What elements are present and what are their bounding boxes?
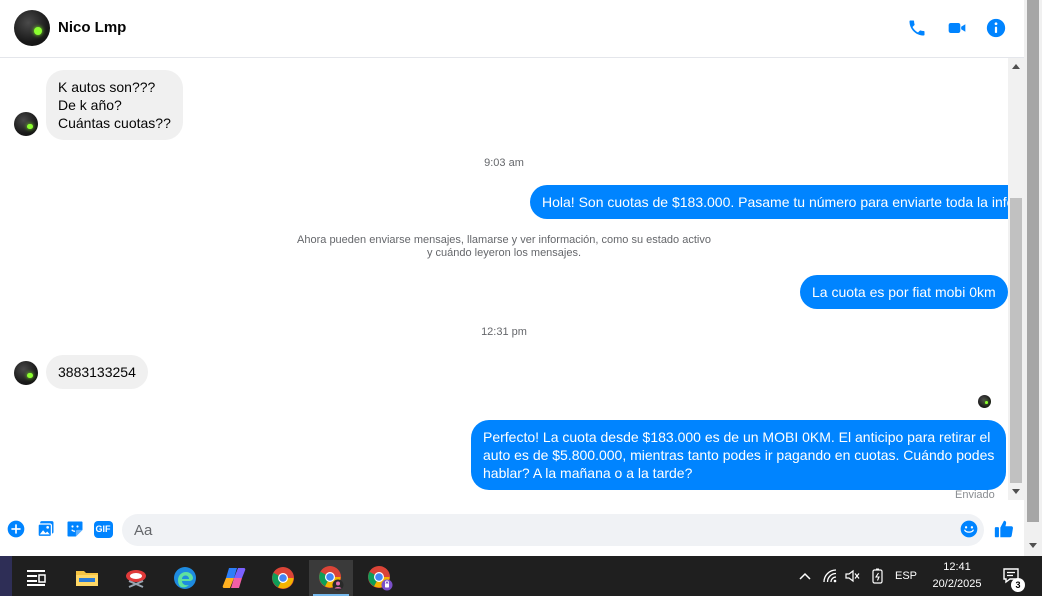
sticker-icon xyxy=(67,521,83,537)
like-button[interactable] xyxy=(993,518,1015,540)
attach-photo-button[interactable] xyxy=(35,518,57,540)
gif-button[interactable]: GIF xyxy=(92,518,114,540)
message-line: De k año? xyxy=(58,97,122,113)
notice-line: y cuándo leyeron los mensajes. xyxy=(426,247,582,259)
clock-date: 20/2/2025 xyxy=(932,578,982,590)
widgets-icon xyxy=(27,570,46,586)
file-explorer-taskbar-button[interactable] xyxy=(65,560,109,596)
read-receipt-avatar xyxy=(978,395,991,408)
more-actions-button[interactable] xyxy=(5,518,27,540)
battery-charging-icon xyxy=(872,568,883,584)
chrome-taskbar-button[interactable] xyxy=(261,560,305,596)
contact-name[interactable]: Nico Lmp xyxy=(58,19,126,36)
messenger-window: Nico Lmp K autos son??? De k año? Cuánta… xyxy=(0,0,1042,596)
widgets-taskbar-button[interactable] xyxy=(14,560,58,596)
clock-time: 12:41 xyxy=(943,561,971,573)
incoming-message[interactable]: K autos son??? De k año? Cuántas cuotas?… xyxy=(46,70,183,140)
phone-call-button[interactable] xyxy=(905,16,929,40)
message-line: hablar? A la mañana o a la tarde? xyxy=(483,465,693,481)
outgoing-message[interactable]: Perfecto! La cuota desde $183.000 es de … xyxy=(471,420,1007,490)
contact-avatar[interactable] xyxy=(14,10,50,46)
contact-avatar-small[interactable] xyxy=(14,112,38,136)
message-line: auto es de $5.800.000, mientras tanto po… xyxy=(483,447,995,463)
desktop-edge xyxy=(0,556,12,596)
info-icon xyxy=(986,18,1006,38)
message-status: Enviado xyxy=(955,489,995,501)
chrome-profile-icon xyxy=(368,566,393,591)
chrome-profile-taskbar-button-active[interactable] xyxy=(309,560,353,596)
chrome-profile2-taskbar-button[interactable] xyxy=(358,560,402,596)
copilot-icon xyxy=(222,568,246,588)
video-camera-icon xyxy=(948,23,966,33)
thumbs-up-icon xyxy=(994,520,1014,538)
window-scroll-down-arrow-icon[interactable] xyxy=(1029,543,1037,548)
message-line: K autos son??? xyxy=(58,79,156,95)
snipping-tool-taskbar-button[interactable] xyxy=(114,560,158,596)
chrome-icon xyxy=(272,567,294,589)
plus-circle-icon xyxy=(7,520,25,538)
window-scrollbar[interactable] xyxy=(1024,0,1042,556)
conversation-info-button[interactable] xyxy=(984,16,1008,40)
gif-icon: GIF xyxy=(93,520,113,538)
message-line: Perfecto! La cuota desde $183.000 es de … xyxy=(483,429,991,445)
message-line: Cuántas cuotas?? xyxy=(58,115,171,131)
message-timestamp: 9:03 am xyxy=(484,157,524,169)
volume-tray-button[interactable] xyxy=(842,556,864,596)
emoji-button[interactable] xyxy=(958,518,980,540)
snipping-tool-icon xyxy=(126,570,146,588)
wifi-icon xyxy=(823,569,837,583)
network-tray-button[interactable] xyxy=(820,556,842,596)
incoming-message[interactable]: 3883133254 xyxy=(46,355,148,389)
smiley-face-icon xyxy=(960,520,978,538)
message-input[interactable] xyxy=(122,514,984,546)
edge-icon xyxy=(174,567,196,589)
scroll-up-arrow-icon[interactable] xyxy=(1012,64,1020,69)
outgoing-message[interactable]: La cuota es por fiat mobi 0km xyxy=(800,275,1008,309)
phone-icon xyxy=(909,20,925,36)
chrome-profile-icon xyxy=(319,566,344,591)
notification-count-badge: 3 xyxy=(1011,578,1025,592)
input-language-button[interactable]: ESP xyxy=(892,556,920,596)
outgoing-message[interactable]: Hola! Son cuotas de $183.000. Pasame tu … xyxy=(530,185,1027,219)
window-scrollbar-thumb[interactable] xyxy=(1027,0,1039,522)
chat-scrollbar-thumb[interactable] xyxy=(1010,198,1022,483)
battery-tray-button[interactable] xyxy=(867,556,889,596)
chat-header: Nico Lmp xyxy=(0,0,1024,58)
chevron-up-icon xyxy=(799,572,811,580)
show-hidden-icons-button[interactable] xyxy=(794,556,816,596)
copilot-taskbar-button[interactable] xyxy=(212,560,256,596)
windows-taskbar: ESP 12:41 20/2/2025 xyxy=(0,556,1042,596)
notice-line: Ahora pueden enviarse mensajes, llamarse… xyxy=(297,234,711,246)
sticker-button[interactable] xyxy=(64,518,86,540)
message-text: Hola! Son cuotas de $183.000. Pasame tu … xyxy=(542,194,1015,210)
message-timestamp: 12:31 pm xyxy=(481,326,527,338)
scroll-down-arrow-icon[interactable] xyxy=(1012,489,1020,494)
speaker-muted-icon xyxy=(845,569,860,583)
message-composer: GIF xyxy=(0,510,1024,550)
message-text: La cuota es por fiat mobi 0km xyxy=(812,284,996,300)
connection-notice: Ahora pueden enviarse mensajes, llamarse… xyxy=(254,234,754,260)
clock-button[interactable]: 12:41 20/2/2025 xyxy=(922,559,992,593)
edge-browser-taskbar-button[interactable] xyxy=(163,560,207,596)
folder-icon xyxy=(76,571,98,586)
contact-avatar-small[interactable] xyxy=(14,361,38,385)
message-text: 3883133254 xyxy=(58,364,136,380)
image-gallery-icon xyxy=(37,521,54,538)
chat-scrollbar[interactable] xyxy=(1008,58,1024,500)
video-call-button[interactable] xyxy=(945,16,969,40)
